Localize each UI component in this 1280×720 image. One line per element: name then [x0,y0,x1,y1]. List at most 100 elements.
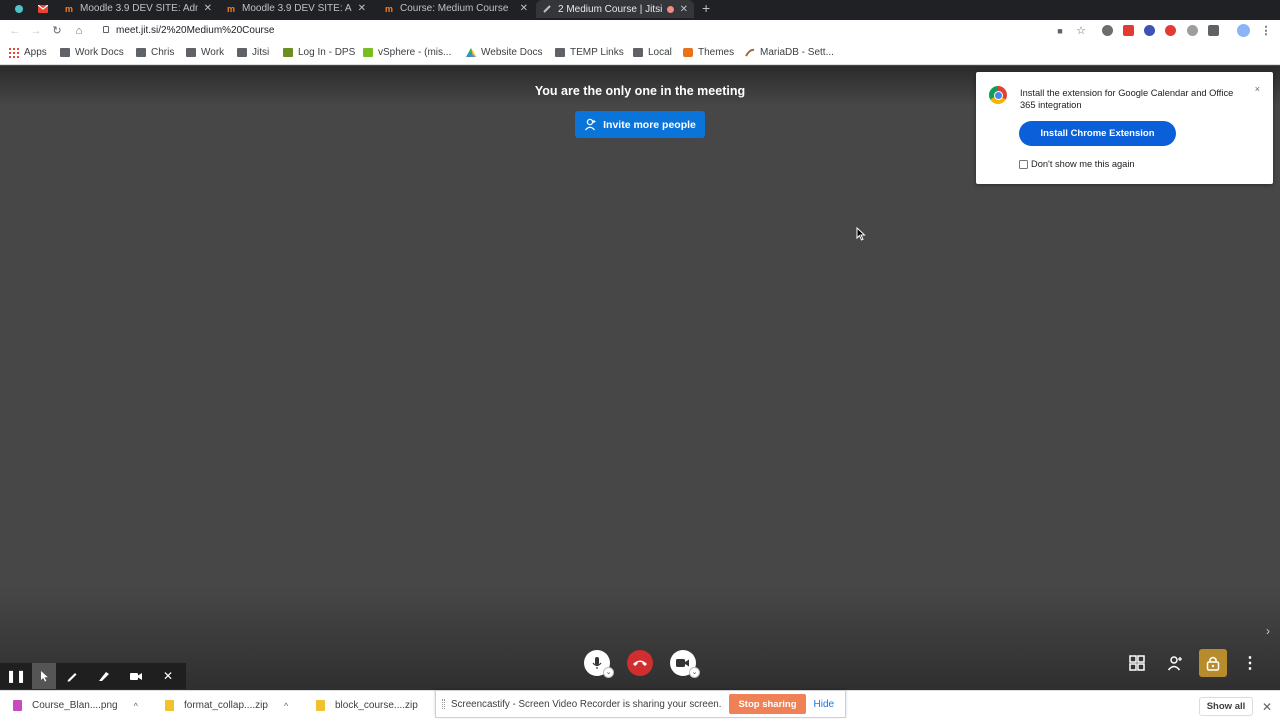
download-filename: block_course....zip [335,700,418,711]
extension-message: Install the extension for Google Calenda… [1020,88,1234,110]
zip-file-icon [165,700,174,711]
avatar[interactable] [1237,24,1250,37]
chevron-up-icon[interactable]: ^ [134,701,138,711]
dont-show-again-option[interactable]: Don't show me this again [1019,159,1135,169]
menu-icon[interactable]: ⋮ [1259,24,1273,38]
tab-close-icon[interactable]: ✕ [680,4,688,15]
highlighter-icon[interactable] [88,663,120,689]
pointer-icon[interactable] [32,663,56,689]
folder-icon [60,48,70,57]
forward-icon[interactable]: → [29,24,43,38]
camera-icon [676,659,689,667]
pen-icon[interactable] [56,663,88,689]
chrome-logo-icon [989,86,1007,104]
tab-title: 2 Medium Course | Jitsi [558,3,663,15]
new-tab-button[interactable]: + [702,0,710,17]
pause-icon[interactable]: ❚❚ [0,663,32,689]
bookmark-work[interactable]: Work [186,47,224,58]
tab-strip: m Moodle 3.9 DEV SITE: Adm ✕ m Moodle 3.… [0,0,1280,20]
bookmarks-bar: Apps Work Docs Chris Work Jitsi Log In -… [0,43,1280,65]
bookmark-label: Themes [698,47,735,58]
moodle-icon: m [64,3,73,14]
stop-sharing-button[interactable]: Stop sharing [729,694,806,714]
bookmark-work-docs[interactable]: Work Docs [60,47,124,58]
address-bar[interactable]: meet.jit.si/2%20Medium%20Course [116,25,274,36]
dont-show-again-checkbox[interactable] [1019,159,1028,169]
webcam-icon[interactable] [120,663,152,689]
tab-close-icon[interactable]: ✕ [204,3,212,14]
download-filename: format_collap....zip [184,700,268,711]
bookmark-apps[interactable]: Apps [9,47,47,58]
tab-title: Moodle 3.9 DEV SITE: Adm [242,3,352,14]
bookmark-chris[interactable]: Chris [136,47,174,58]
screencastify-extension-icon[interactable] [1165,25,1176,36]
drive-icon [466,48,476,57]
tab-moodle-2[interactable]: m Moodle 3.9 DEV SITE: Adm ✕ [220,0,372,17]
tab-pinned-gmail[interactable] [32,0,56,17]
chevron-down-icon[interactable]: ⌄ [689,667,700,678]
tab-course[interactable]: m Course: Medium Course ✕ [378,0,534,17]
chevron-down-icon[interactable]: ⌄ [603,667,614,678]
bookmark-themes[interactable]: Themes [683,47,734,58]
bookmark-label: Work Docs [75,47,124,58]
tile-view-button[interactable] [1128,654,1146,672]
security-options-button[interactable] [1199,649,1227,677]
download-item[interactable]: format_collap....zip ^ [165,700,288,711]
tab-close-icon[interactable]: ✕ [520,3,528,14]
bookmark-vsphere[interactable]: vSphere - (mis... [363,47,451,58]
download-item[interactable]: block_course....zip [316,700,418,711]
mouse-cursor-icon [856,226,866,241]
microphone-button[interactable]: ⌄ [584,650,614,678]
invite-label: Invite more people [603,118,696,131]
more-actions-icon[interactable]: ⋮ [1241,654,1259,672]
chevron-up-icon[interactable]: ^ [284,701,288,711]
home-icon[interactable]: ⌂ [72,24,86,38]
folder-icon [186,48,196,57]
bookmark-jitsi[interactable]: Jitsi [237,47,269,58]
color-extension-icon[interactable] [1144,25,1155,36]
tab-close-icon[interactable]: ✕ [358,3,366,14]
wordpress-extension-icon[interactable] [1102,25,1113,36]
camera-button[interactable]: ⌄ [670,650,700,678]
bookmark-website-docs[interactable]: Website Docs [466,47,543,58]
bookmark-temp-links[interactable]: TEMP Links [555,47,624,58]
bookmark-label: Jitsi [252,47,270,58]
pdf-extension-icon[interactable] [1123,25,1134,36]
moodle-icon: m [384,3,393,14]
tile-grid-icon [1129,655,1145,671]
tab-jitsi-active[interactable]: 2 Medium Course | Jitsi ✕ [536,0,694,18]
invite-people-button[interactable] [1166,654,1184,672]
bookmark-label: TEMP Links [570,47,624,58]
dont-show-again-label: Don't show me this again [1031,159,1135,169]
hangup-button[interactable] [627,650,653,676]
star-icon[interactable]: ☆ [1074,24,1088,38]
browser-window: m Moodle 3.9 DEV SITE: Adm ✕ m Moodle 3.… [0,0,1280,720]
browser-toolbar: ← → ↻ ⌂ meet.jit.si/2%20Medium%20Course … [0,20,1280,43]
bookmark-label: Chris [151,47,175,58]
bookmark-mariadb[interactable]: MariaDB - Sett... [745,47,834,58]
invite-more-people-button[interactable]: Invite more people [575,111,705,138]
shield-extension-icon[interactable] [1208,25,1219,36]
tab-pinned-1[interactable] [8,0,30,17]
close-icon[interactable]: ✕ [1262,700,1272,714]
camera-indicator-icon[interactable]: ■ [1053,24,1067,38]
extension-icon[interactable] [1187,25,1198,36]
page-icon [283,48,293,57]
zip-file-icon [316,700,325,711]
download-item[interactable]: Course_Blan....png ^ [13,700,138,711]
install-extension-button[interactable]: Install Chrome Extension [1019,121,1176,146]
chevron-right-icon[interactable]: › [1266,624,1270,638]
hide-button[interactable]: Hide [814,699,835,710]
bookmark-login-dps[interactable]: Log In - DPS [283,47,355,58]
bookmark-local[interactable]: Local [633,47,672,58]
close-icon[interactable]: × [1255,84,1260,94]
show-all-downloads-button[interactable]: Show all [1199,697,1253,716]
tab-moodle-1[interactable]: m Moodle 3.9 DEV SITE: Adm ✕ [58,0,218,17]
folder-icon [633,48,643,57]
bookmark-label: vSphere - (mis... [378,47,452,58]
bookmark-label: Work [201,47,225,58]
back-icon[interactable]: ← [8,24,22,38]
drag-handle-icon[interactable] [442,699,445,709]
close-icon[interactable]: ✕ [152,663,184,689]
reload-icon[interactable]: ↻ [50,24,64,38]
